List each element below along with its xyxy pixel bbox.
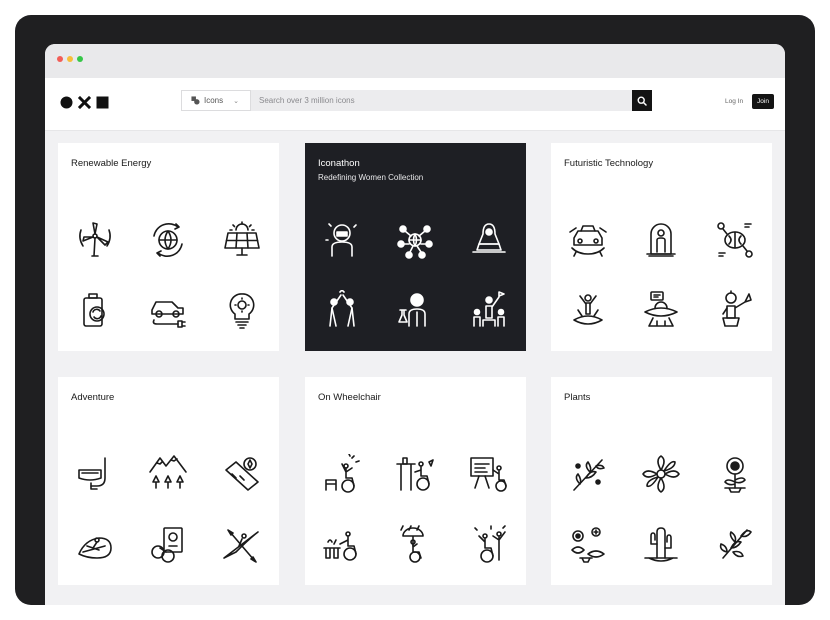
hologram-person-icon[interactable] <box>551 290 625 330</box>
collection-title: Iconathon <box>318 158 360 169</box>
ufo-icon[interactable] <box>625 290 699 330</box>
search-type-label: Icons <box>204 96 224 105</box>
search-bar: Icons ⌄ <box>181 90 652 111</box>
snorkel-mask-icon[interactable] <box>58 454 132 494</box>
collection-card[interactable]: On Wheelchair <box>305 377 526 585</box>
minimize-window-button[interactable] <box>67 56 73 62</box>
site-header: Icons ⌄ Log In Join <box>45 78 785 131</box>
wheelchair-bar-icon[interactable] <box>379 454 453 494</box>
high-five-icon[interactable] <box>305 290 379 330</box>
eco-bulb-icon[interactable] <box>205 290 279 330</box>
collection-icon-grid <box>551 454 772 564</box>
kayak-icon[interactable] <box>205 524 279 564</box>
sunflower-icon[interactable] <box>698 454 772 494</box>
search-type-select[interactable]: Icons ⌄ <box>181 90 251 111</box>
device-frame: Icons ⌄ Log In Join Renewable Energy <box>15 15 815 605</box>
twig-icon[interactable] <box>698 524 772 564</box>
battery-charge-icon[interactable] <box>58 290 132 330</box>
flower-icon[interactable] <box>625 454 699 494</box>
collection-title: Futuristic Technology <box>564 158 654 169</box>
collection-title: On Wheelchair <box>318 392 381 403</box>
wind-turbine-icon[interactable] <box>58 220 132 260</box>
astronaut-woman-icon[interactable] <box>305 220 379 260</box>
collection-icon-grid <box>58 454 279 564</box>
solar-panel-icon[interactable] <box>205 220 279 260</box>
join-button[interactable]: Join <box>752 94 774 109</box>
browser-window: Icons ⌄ Log In Join Renewable Energy <box>45 44 785 605</box>
collection-icon-grid <box>58 220 279 330</box>
collection-icon-grid <box>305 220 526 330</box>
wheelchair-party-icon[interactable] <box>452 524 526 564</box>
teleport-capsule-icon[interactable] <box>625 220 699 260</box>
window-titlebar <box>45 44 785 78</box>
search-icon <box>637 95 647 106</box>
maximize-window-button[interactable] <box>77 56 83 62</box>
mountains-forest-icon[interactable] <box>132 454 206 494</box>
globe-recycle-icon[interactable] <box>132 220 206 260</box>
collection-card[interactable]: Plants <box>551 377 772 585</box>
search-button[interactable] <box>632 90 652 111</box>
collection-subtitle: Redefining Women Collection <box>318 173 424 182</box>
collection-title: Plants <box>564 392 591 403</box>
map-compass-icon[interactable] <box>205 454 279 494</box>
wheelchair-presentation-icon[interactable] <box>452 454 526 494</box>
search-input[interactable] <box>251 90 632 111</box>
collection-card[interactable]: Futuristic Technology <box>551 143 772 351</box>
collection-card-featured[interactable]: Iconathon Redefining Women Collection <box>305 143 526 351</box>
site-logo[interactable] <box>60 95 109 109</box>
collection-card[interactable]: Adventure <box>58 377 279 585</box>
brain-chip-icon[interactable] <box>698 220 772 260</box>
collection-title: Adventure <box>71 392 115 403</box>
chevron-down-icon: ⌄ <box>233 97 239 105</box>
woman-laptop-icon[interactable] <box>452 220 526 260</box>
collection-card[interactable]: Renewable Energy <box>58 143 279 351</box>
square-icon <box>96 96 109 108</box>
electric-car-icon[interactable] <box>132 290 206 330</box>
wheelchair-cooking-icon[interactable] <box>305 524 379 564</box>
wheelchair-celebrate-icon[interactable] <box>305 454 379 494</box>
succulents-icon[interactable] <box>551 524 625 564</box>
network-people-icon[interactable] <box>379 220 453 260</box>
icons-type-icon <box>191 96 200 105</box>
leader-group-icon[interactable] <box>452 290 526 330</box>
login-link[interactable]: Log In <box>725 98 743 105</box>
cactus-icon[interactable] <box>625 524 699 564</box>
scientist-woman-icon[interactable] <box>379 290 453 330</box>
wheelchair-rain-icon[interactable] <box>379 524 453 564</box>
passport-binoculars-icon[interactable] <box>132 524 206 564</box>
close-window-button[interactable] <box>57 56 63 62</box>
surfing-icon[interactable] <box>58 524 132 564</box>
flying-car-icon[interactable] <box>551 220 625 260</box>
collection-title: Renewable Energy <box>71 158 152 169</box>
collection-icon-grid <box>305 454 526 564</box>
branch-leaves-icon[interactable] <box>551 454 625 494</box>
x-icon <box>78 95 91 109</box>
robot-icon[interactable] <box>698 290 772 330</box>
collection-icon-grid <box>551 220 772 330</box>
circle-icon <box>60 96 73 108</box>
